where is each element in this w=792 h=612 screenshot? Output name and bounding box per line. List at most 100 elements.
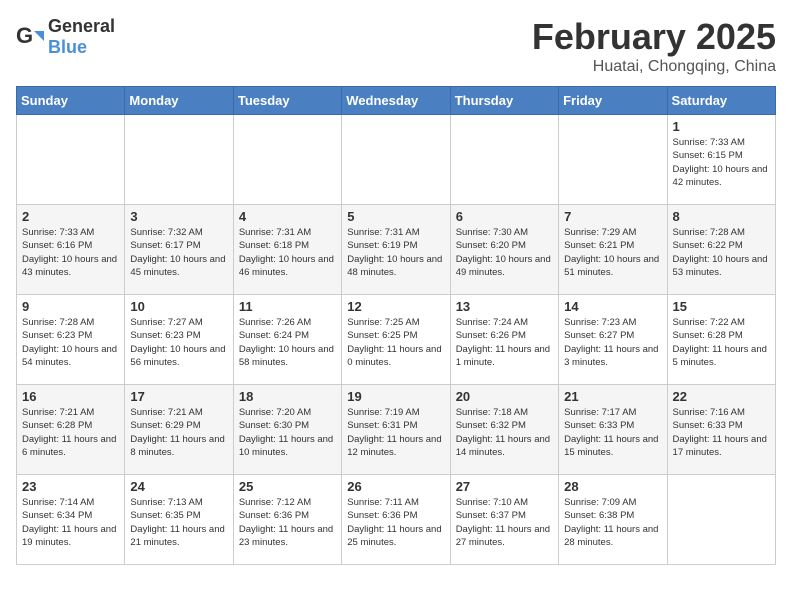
day-number: 19 [347, 389, 444, 404]
day-info: Sunrise: 7:28 AM Sunset: 6:23 PM Dayligh… [22, 316, 119, 369]
calendar-cell: 24 Sunrise: 7:13 AM Sunset: 6:35 PM Dayli… [125, 475, 233, 565]
title-area: February 2025 Huatai, Chongqing, China [532, 16, 776, 76]
logo-icon: G [16, 23, 44, 51]
weekday-header: Sunday [17, 87, 125, 115]
calendar-week-row: 1 Sunrise: 7:33 AM Sunset: 6:15 PM Daylig… [17, 115, 776, 205]
day-number: 16 [22, 389, 119, 404]
weekday-header: Wednesday [342, 87, 450, 115]
day-info: Sunrise: 7:21 AM Sunset: 6:28 PM Dayligh… [22, 406, 119, 459]
day-info: Sunrise: 7:17 AM Sunset: 6:33 PM Dayligh… [564, 406, 661, 459]
calendar-cell: 28 Sunrise: 7:09 AM Sunset: 6:38 PM Dayli… [559, 475, 667, 565]
day-info: Sunrise: 7:20 AM Sunset: 6:30 PM Dayligh… [239, 406, 336, 459]
day-number: 14 [564, 299, 661, 314]
calendar-cell: 15 Sunrise: 7:22 AM Sunset: 6:28 PM Dayli… [667, 295, 775, 385]
day-number: 2 [22, 209, 119, 224]
day-number: 6 [456, 209, 553, 224]
weekday-header: Friday [559, 87, 667, 115]
day-number: 22 [673, 389, 770, 404]
calendar-cell [233, 115, 341, 205]
day-info: Sunrise: 7:25 AM Sunset: 6:25 PM Dayligh… [347, 316, 444, 369]
day-number: 12 [347, 299, 444, 314]
calendar-cell: 4 Sunrise: 7:31 AM Sunset: 6:18 PM Daylig… [233, 205, 341, 295]
calendar-cell: 5 Sunrise: 7:31 AM Sunset: 6:19 PM Daylig… [342, 205, 450, 295]
month-title: February 2025 [532, 16, 776, 58]
calendar-cell [17, 115, 125, 205]
day-info: Sunrise: 7:19 AM Sunset: 6:31 PM Dayligh… [347, 406, 444, 459]
day-number: 28 [564, 479, 661, 494]
day-info: Sunrise: 7:10 AM Sunset: 6:37 PM Dayligh… [456, 496, 553, 549]
calendar-cell: 16 Sunrise: 7:21 AM Sunset: 6:28 PM Dayli… [17, 385, 125, 475]
day-number: 20 [456, 389, 553, 404]
calendar-cell: 7 Sunrise: 7:29 AM Sunset: 6:21 PM Daylig… [559, 205, 667, 295]
location-title: Huatai, Chongqing, China [532, 58, 776, 76]
calendar-cell: 17Sunrise: 7:21 AM Sunset: 6:29 PM Dayli… [125, 385, 233, 475]
calendar: SundayMondayTuesdayWednesdayThursdayFrid… [16, 86, 776, 565]
day-info: Sunrise: 7:26 AM Sunset: 6:24 PM Dayligh… [239, 316, 336, 369]
day-number: 7 [564, 209, 661, 224]
calendar-cell: 20 Sunrise: 7:18 AM Sunset: 6:32 PM Dayli… [450, 385, 558, 475]
calendar-cell: 14 Sunrise: 7:23 AM Sunset: 6:27 PM Dayli… [559, 295, 667, 385]
calendar-cell: 12 Sunrise: 7:25 AM Sunset: 6:25 PM Dayli… [342, 295, 450, 385]
logo-general: General [48, 16, 115, 36]
logo-blue: Blue [48, 37, 87, 57]
day-info: Sunrise: 7:22 AM Sunset: 6:28 PM Dayligh… [673, 316, 770, 369]
calendar-cell: 22 Sunrise: 7:16 AM Sunset: 6:33 PM Dayli… [667, 385, 775, 475]
calendar-cell: 8Sunrise: 7:28 AM Sunset: 6:22 PM Daylig… [667, 205, 775, 295]
day-info: Sunrise: 7:09 AM Sunset: 6:38 PM Dayligh… [564, 496, 661, 549]
day-number: 5 [347, 209, 444, 224]
day-info: Sunrise: 7:18 AM Sunset: 6:32 PM Dayligh… [456, 406, 553, 459]
day-info: Sunrise: 7:33 AM Sunset: 6:15 PM Dayligh… [673, 136, 770, 189]
weekday-header: Saturday [667, 87, 775, 115]
calendar-cell [342, 115, 450, 205]
calendar-week-row: 23Sunrise: 7:14 AM Sunset: 6:34 PM Dayli… [17, 475, 776, 565]
calendar-week-row: 16 Sunrise: 7:21 AM Sunset: 6:28 PM Dayli… [17, 385, 776, 475]
day-info: Sunrise: 7:23 AM Sunset: 6:27 PM Dayligh… [564, 316, 661, 369]
calendar-cell [125, 115, 233, 205]
day-info: Sunrise: 7:32 AM Sunset: 6:17 PM Dayligh… [130, 226, 227, 279]
day-number: 9 [22, 299, 119, 314]
weekday-header: Thursday [450, 87, 558, 115]
calendar-cell: 10 Sunrise: 7:27 AM Sunset: 6:23 PM Dayli… [125, 295, 233, 385]
calendar-week-row: 2 Sunrise: 7:33 AM Sunset: 6:16 PM Daylig… [17, 205, 776, 295]
day-number: 25 [239, 479, 336, 494]
calendar-cell: 9 Sunrise: 7:28 AM Sunset: 6:23 PM Daylig… [17, 295, 125, 385]
day-number: 3 [130, 209, 227, 224]
day-number: 10 [130, 299, 227, 314]
day-info: Sunrise: 7:13 AM Sunset: 6:35 PM Dayligh… [130, 496, 227, 549]
day-number: 1 [673, 119, 770, 134]
calendar-cell: 19 Sunrise: 7:19 AM Sunset: 6:31 PM Dayli… [342, 385, 450, 475]
weekday-header-row: SundayMondayTuesdayWednesdayThursdayFrid… [17, 87, 776, 115]
day-info: Sunrise: 7:31 AM Sunset: 6:19 PM Dayligh… [347, 226, 444, 279]
day-info: Sunrise: 7:29 AM Sunset: 6:21 PM Dayligh… [564, 226, 661, 279]
calendar-cell: 21Sunrise: 7:17 AM Sunset: 6:33 PM Dayli… [559, 385, 667, 475]
calendar-cell: 25 Sunrise: 7:12 AM Sunset: 6:36 PM Dayli… [233, 475, 341, 565]
calendar-cell [450, 115, 558, 205]
day-info: Sunrise: 7:27 AM Sunset: 6:23 PM Dayligh… [130, 316, 227, 369]
day-info: Sunrise: 7:24 AM Sunset: 6:26 PM Dayligh… [456, 316, 553, 369]
day-info: Sunrise: 7:28 AM Sunset: 6:22 PM Dayligh… [673, 226, 770, 279]
day-info: Sunrise: 7:12 AM Sunset: 6:36 PM Dayligh… [239, 496, 336, 549]
day-number: 11 [239, 299, 336, 314]
calendar-cell: 27Sunrise: 7:10 AM Sunset: 6:37 PM Dayli… [450, 475, 558, 565]
day-info: Sunrise: 7:31 AM Sunset: 6:18 PM Dayligh… [239, 226, 336, 279]
day-info: Sunrise: 7:30 AM Sunset: 6:20 PM Dayligh… [456, 226, 553, 279]
calendar-cell: 6 Sunrise: 7:30 AM Sunset: 6:20 PM Daylig… [450, 205, 558, 295]
svg-text:G: G [16, 23, 33, 48]
day-info: Sunrise: 7:16 AM Sunset: 6:33 PM Dayligh… [673, 406, 770, 459]
day-number: 18 [239, 389, 336, 404]
day-info: Sunrise: 7:14 AM Sunset: 6:34 PM Dayligh… [22, 496, 119, 549]
calendar-week-row: 9 Sunrise: 7:28 AM Sunset: 6:23 PM Daylig… [17, 295, 776, 385]
calendar-cell: 11 Sunrise: 7:26 AM Sunset: 6:24 PM Dayli… [233, 295, 341, 385]
calendar-cell [559, 115, 667, 205]
day-number: 15 [673, 299, 770, 314]
calendar-cell: 26Sunrise: 7:11 AM Sunset: 6:36 PM Dayli… [342, 475, 450, 565]
day-info: Sunrise: 7:33 AM Sunset: 6:16 PM Dayligh… [22, 226, 119, 279]
day-info: Sunrise: 7:11 AM Sunset: 6:36 PM Dayligh… [347, 496, 444, 549]
calendar-cell: 18 Sunrise: 7:20 AM Sunset: 6:30 PM Dayli… [233, 385, 341, 475]
day-number: 24 [130, 479, 227, 494]
day-number: 4 [239, 209, 336, 224]
calendar-cell: 23Sunrise: 7:14 AM Sunset: 6:34 PM Dayli… [17, 475, 125, 565]
weekday-header: Tuesday [233, 87, 341, 115]
calendar-cell [667, 475, 775, 565]
calendar-cell: 1 Sunrise: 7:33 AM Sunset: 6:15 PM Daylig… [667, 115, 775, 205]
